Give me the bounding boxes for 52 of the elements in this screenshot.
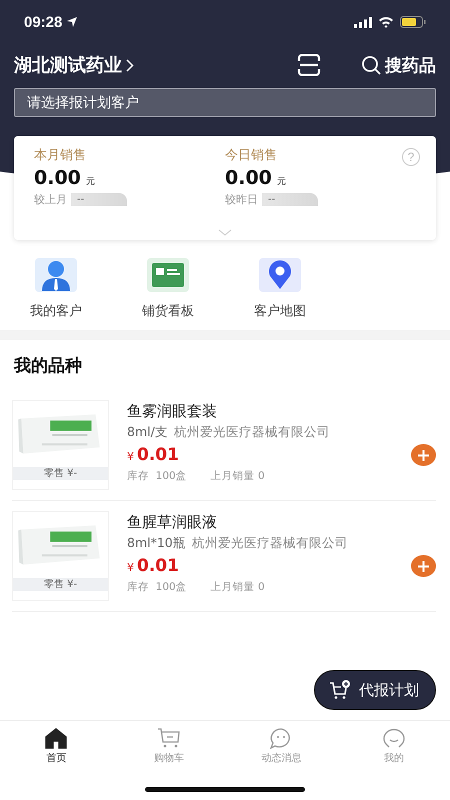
compare-label: 较上月 xyxy=(34,192,67,207)
board-icon[interactable] xyxy=(147,258,189,292)
stat-value: 0.00 xyxy=(34,167,81,189)
section-title: 我的品种 xyxy=(12,355,83,378)
shortcut-button[interactable]: 铺货看板 xyxy=(132,258,204,324)
stock: 库存 100盒 xyxy=(127,580,187,594)
add-button[interactable] xyxy=(411,555,436,577)
manufacturer: 杭州爱光医疗器械有限公司 xyxy=(174,424,330,441)
tab[interactable]: 首页 xyxy=(0,727,112,765)
location-arrow-icon xyxy=(66,16,78,28)
stat-label: 今日销售 xyxy=(225,147,277,164)
status-time: 09:28 xyxy=(24,14,62,30)
shortcut-button[interactable]: 我的客户 xyxy=(20,258,92,324)
last-month-sales: 上月销量 0 xyxy=(210,469,265,483)
home-icon xyxy=(44,727,68,749)
add-button[interactable] xyxy=(411,444,436,466)
product-name[interactable]: 鱼雾润眼套装 xyxy=(127,402,436,421)
product-spec: 8ml/支 xyxy=(127,424,168,441)
compare-label: 较昨日 xyxy=(225,192,258,207)
search-button[interactable]: 搜药品 xyxy=(361,54,436,76)
signal-icon xyxy=(354,16,372,28)
smiley-icon xyxy=(382,727,406,749)
price: ¥ 0.01 xyxy=(127,556,179,576)
shortcut-button[interactable]: 客户地图 xyxy=(244,258,316,324)
customer-field[interactable]: 请选择报计划客户 xyxy=(14,88,436,117)
cart-icon xyxy=(156,727,181,749)
stat-unit: 元 xyxy=(276,176,286,188)
product-spec: 8ml*10瓶 xyxy=(127,535,186,552)
retail-price: 零售 ¥- xyxy=(13,467,108,480)
stat-value: 0.00 xyxy=(225,167,272,189)
plus-icon xyxy=(418,560,429,572)
search-icon xyxy=(361,55,381,75)
price: ¥ 0.01 xyxy=(127,445,179,465)
person-icon[interactable] xyxy=(35,258,77,292)
scan-icon[interactable] xyxy=(297,54,321,76)
stock: 库存 100盒 xyxy=(127,469,187,483)
plus-icon xyxy=(418,450,429,460)
manufacturer: 杭州爱光医疗器械有限公司 xyxy=(192,535,348,552)
compare-value: -- xyxy=(71,193,127,206)
wifi-icon xyxy=(378,16,394,28)
cart-plus-icon xyxy=(329,680,351,700)
product-name[interactable]: 鱼腥草润眼液 xyxy=(127,513,436,532)
battery-icon xyxy=(400,16,426,28)
chevron-right-icon xyxy=(126,58,134,72)
map-pin-icon[interactable] xyxy=(259,258,301,292)
stat-unit: 元 xyxy=(86,176,95,188)
last-month-sales: 上月销量 0 xyxy=(210,580,265,594)
plan-button[interactable]: 代报计划 xyxy=(314,670,436,710)
stat-label: 本月销售 xyxy=(34,147,86,164)
retail-price: 零售 ¥- xyxy=(13,578,108,591)
compare-value: -- xyxy=(262,193,318,206)
company-selector[interactable]: 湖北测试药业 xyxy=(14,53,134,77)
